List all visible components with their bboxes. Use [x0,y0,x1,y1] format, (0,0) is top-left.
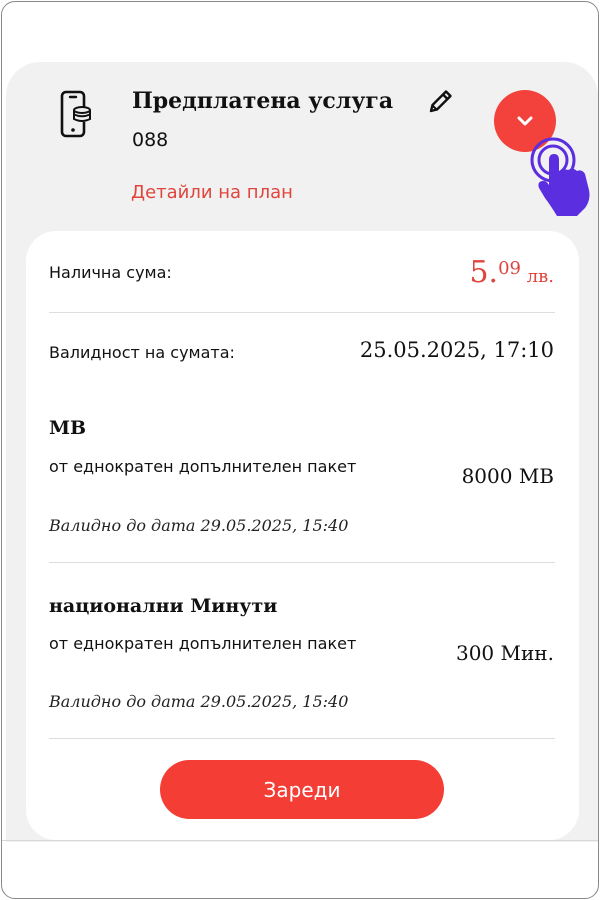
divider [49,562,555,563]
package-name: национални Минути [49,595,278,617]
divider [49,738,555,739]
divider [49,312,555,313]
balance-integer: 5. [469,255,499,290]
package-description: от еднократен допълнителен пакет [49,634,357,653]
divider [2,840,598,841]
package-valid-until: Валидно до дата 29.05.2025, 15:40 [49,516,349,535]
plan-number: 088 [132,129,169,151]
plan-title: Предплатена услуга [132,88,394,114]
package-amount: 8000 MB [461,464,554,488]
pencil-icon[interactable] [426,86,456,116]
balance-label: Налична сума: [49,263,172,282]
phone-database-icon [60,90,92,138]
package-description: от еднократен допълнителен пакет [49,457,357,476]
balance-card: Налична сума: 5.09 лв. Валидност на сума… [26,231,579,840]
package-amount: 300 Мин. [455,641,554,665]
plan-details-link[interactable]: Детайли на план [131,182,293,203]
package-name: MB [49,417,87,439]
balance-currency: лв. [520,266,554,287]
expand-plan-button[interactable] [494,90,556,152]
validity-label: Валидност на сумата: [49,343,235,362]
chevron-down-icon [517,116,533,126]
balance-amount: 5.09 лв. [469,255,554,290]
package-valid-until: Валидно до дата 29.05.2025, 15:40 [49,692,349,711]
app-frame: Предплатена услуга 088 Детайли на план Н… [1,1,599,899]
charge-button[interactable]: Зареди [160,760,444,819]
balance-decimals: 09 [498,258,521,279]
validity-value: 25.05.2025, 17:10 [359,338,554,362]
